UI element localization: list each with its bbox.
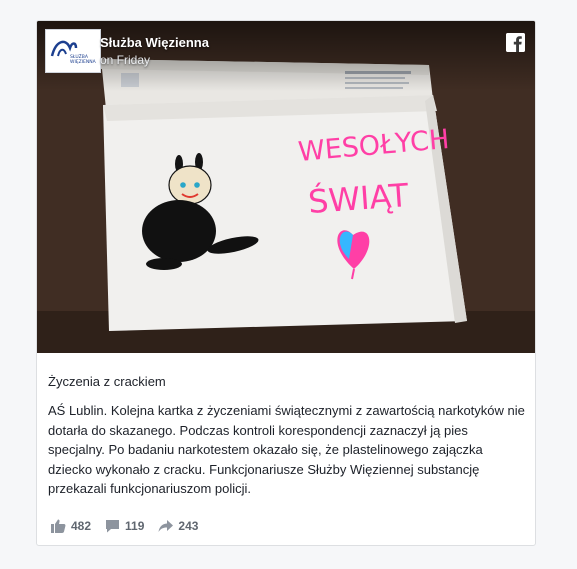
post-title: Życzenia z crackiem [48,374,166,389]
post-text: AŚ Lublin. Kolejna kartka z życzeniami ś… [48,403,525,496]
comment-icon [106,520,120,533]
post-timestamp[interactable]: on Friday [100,53,150,67]
post-body: Życzenia z crackiem AŚ Lublin. Kolejna k… [48,373,526,499]
post-photo[interactable]: WESOŁYCH ŚWIĄT SŁUŻBA WIĘZIENNA Służba W… [37,21,535,353]
share-icon [158,520,174,532]
sluzba-wiezienna-logo: SŁUŻBA WIĘZIENNA [50,40,97,65]
page-avatar[interactable]: SŁUŻBA WIĘZIENNA [45,29,101,73]
facebook-logo-glyph [506,33,525,52]
logo-text-line1: SŁUŻBA [70,53,89,60]
page-name-link[interactable]: Służba Więzienna [100,35,209,50]
likes-stat[interactable]: 482 [51,519,91,533]
post-stats: 482 119 243 [51,517,212,535]
shares-count: 243 [178,519,199,533]
comments-count: 119 [125,519,145,533]
likes-count: 482 [71,519,92,533]
photo-text-swiat: ŚWIĄT [307,175,410,221]
thumbs-up-icon [51,519,66,533]
shares-stat[interactable]: 243 [158,519,198,533]
logo-text-line2: WIĘZIENNA [70,59,97,65]
facebook-post-card: WESOŁYCH ŚWIĄT SŁUŻBA WIĘZIENNA Służba W… [36,20,536,546]
facebook-icon[interactable] [506,33,525,52]
comments-stat[interactable]: 119 [105,519,144,533]
